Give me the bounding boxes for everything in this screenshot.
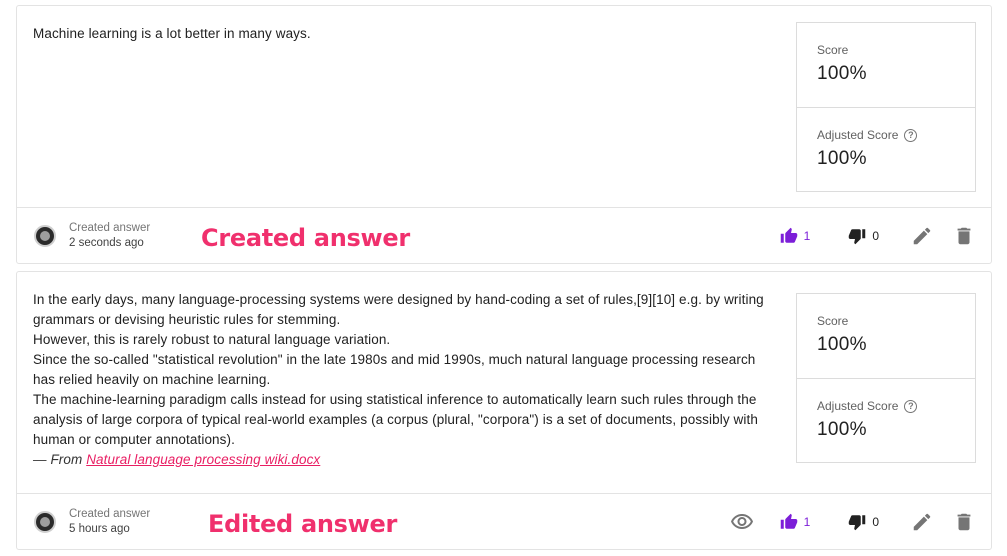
downvote-button[interactable]: 0 [848, 227, 879, 245]
thumb-up-icon [780, 513, 797, 529]
answer-paragraph: Since the so-called "statistical revolut… [33, 352, 756, 387]
answer-text: Machine learning is a lot better in many… [33, 24, 773, 44]
answer-paragraph: The machine-learning paradigm calls inst… [33, 392, 758, 447]
score-panel: Score 100% Adjusted Score ? 100% [796, 293, 976, 463]
upvote-count: 1 [803, 515, 811, 529]
meta-label: Created answer [69, 508, 151, 520]
upvote-count: 1 [803, 229, 811, 243]
answer-actions: 1 0 [730, 510, 975, 534]
answer-text: In the early days, many language-process… [33, 290, 773, 470]
adjusted-score-cell: Adjusted Score ? 100% [797, 107, 975, 191]
eye-icon [730, 514, 753, 529]
score-panel: Score 100% Adjusted Score ? 100% [796, 22, 976, 192]
thumb-up-icon [780, 227, 797, 243]
thumb-down-icon [849, 229, 866, 245]
source-link[interactable]: Natural language processing wiki.docx [86, 452, 320, 467]
answer-paragraph: In the early days, many language-process… [33, 292, 764, 327]
thumb-down-icon [849, 515, 866, 531]
adjusted-score-cell: Adjusted Score ? 100% [797, 378, 975, 462]
answer-card: In the early days, many language-process… [16, 271, 992, 550]
adjusted-score-label: Adjusted Score [817, 128, 899, 142]
adjusted-score-value: 100% [817, 148, 867, 169]
annotation-label: Created answer [201, 224, 410, 252]
help-circle-icon[interactable]: ? [904, 399, 918, 413]
score-value: 100% [817, 63, 867, 84]
adjusted-score-label: Adjusted Score [817, 399, 899, 413]
answer-footer: Created answer 5 hours ago Edited answer… [17, 493, 991, 549]
adjusted-score-value: 100% [817, 419, 867, 440]
score-value: 100% [817, 334, 867, 355]
answer-paragraph: Machine learning is a lot better in many… [33, 26, 311, 41]
score-cell: Score 100% [797, 23, 975, 107]
view-history-button[interactable] [730, 510, 754, 534]
edit-button[interactable] [911, 225, 933, 247]
downvote-button[interactable]: 0 [848, 513, 879, 531]
trash-icon [957, 227, 971, 245]
delete-button[interactable] [953, 225, 975, 247]
answer-paragraph: However, this is rarely robust to natura… [33, 332, 391, 347]
pencil-icon [913, 513, 931, 531]
source-prefix: — From [33, 452, 87, 467]
answer-meta: Created answer 2 seconds ago [69, 221, 150, 251]
answer-actions: 1 0 [780, 224, 975, 248]
score-label: Score [817, 314, 849, 328]
downvote-count: 0 [872, 229, 879, 243]
pencil-icon [913, 227, 931, 245]
upvote-button[interactable]: 1 [780, 513, 811, 531]
annotation-label: Edited answer [208, 510, 398, 538]
answer-card: Machine learning is a lot better in many… [16, 5, 992, 264]
meta-time: 5 hours ago [69, 523, 130, 535]
avatar [34, 511, 56, 533]
trash-icon [957, 513, 971, 531]
score-cell: Score 100% [797, 294, 975, 378]
answer-footer: Created answer 2 seconds ago Created ans… [17, 207, 991, 263]
meta-time: 2 seconds ago [69, 237, 144, 249]
downvote-count: 0 [872, 515, 879, 529]
answer-meta: Created answer 5 hours ago [69, 507, 150, 537]
meta-label: Created answer [69, 222, 151, 234]
avatar [34, 225, 56, 247]
delete-button[interactable] [953, 511, 975, 533]
help-circle-icon[interactable]: ? [904, 128, 918, 142]
upvote-button[interactable]: 1 [780, 227, 811, 245]
score-label: Score [817, 43, 849, 57]
source-line: — From Natural language processing wiki.… [33, 450, 773, 470]
edit-button[interactable] [911, 511, 933, 533]
